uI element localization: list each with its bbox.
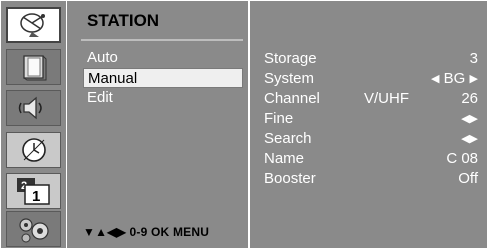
system-value: BG xyxy=(443,70,466,87)
setup-category-button[interactable] xyxy=(6,211,61,247)
right-arrow-icon[interactable]: ▶ xyxy=(470,133,478,145)
time-category-button[interactable] xyxy=(6,132,61,168)
satellite-dish-icon xyxy=(17,11,51,39)
setting-row-channel[interactable]: Channel V/UHF 26 xyxy=(264,89,478,109)
menu-item-manual[interactable]: Manual xyxy=(83,68,243,88)
station-category-button[interactable] xyxy=(6,7,61,43)
name-value: C 08 xyxy=(446,150,478,167)
booster-label: Booster xyxy=(264,170,316,187)
special-category-button[interactable]: 2 1 xyxy=(6,173,61,209)
setting-row-fine[interactable]: Fine ◀▶ xyxy=(264,109,478,129)
fine-label: Fine xyxy=(264,110,294,127)
setting-row-storage[interactable]: Storage 3 xyxy=(264,49,478,69)
fine-adjust-arrows[interactable]: ◀▶ xyxy=(461,109,478,129)
storage-value: 3 xyxy=(469,50,478,67)
channel-number-icon: 2 1 xyxy=(14,176,54,206)
storage-label: Storage xyxy=(264,50,317,67)
menu-item-auto[interactable]: Auto xyxy=(83,48,243,68)
search-label: Search xyxy=(264,130,312,147)
station-menu: STATION Auto Manual Edit ▼▲◀▶ 0-9 OK MEN… xyxy=(67,1,248,248)
manual-settings-panel: Storage 3 System ◀ BG ▶ Channel V/UHF 26… xyxy=(250,1,487,248)
sound-category-button[interactable] xyxy=(6,90,61,126)
menu-divider xyxy=(81,39,243,41)
menu-title: STATION xyxy=(87,11,160,30)
setting-row-booster[interactable]: Booster Off xyxy=(264,169,478,189)
menu-item-edit[interactable]: Edit xyxy=(83,88,243,108)
picture-category-button[interactable] xyxy=(6,49,61,85)
name-label: Name xyxy=(264,150,305,167)
channel-label: Channel xyxy=(264,90,320,107)
setting-row-name[interactable]: Name C 08 xyxy=(264,149,478,169)
key-hint-bar: ▼▲◀▶ 0-9 OK MENU xyxy=(83,225,210,239)
osd-menu: 2 1 STATION Auto Manual Edit ▼▲◀▶ 0-9 OK… xyxy=(0,0,488,249)
settings-gears-icon xyxy=(16,215,52,243)
sound-icon xyxy=(18,94,50,122)
menu-category-column: 2 1 xyxy=(1,1,66,248)
system-label: System xyxy=(264,70,315,87)
left-arrow-icon[interactable]: ◀ xyxy=(431,73,439,85)
channel-value: 26 xyxy=(461,90,478,107)
left-arrow-icon[interactable]: ◀ xyxy=(461,113,469,125)
picture-icon xyxy=(19,52,49,82)
channel-band: V/UHF xyxy=(364,90,409,107)
channel-icon-digit: 1 xyxy=(32,188,40,205)
setting-row-search[interactable]: Search ◀▶ xyxy=(264,129,478,149)
clock-icon xyxy=(18,135,50,165)
booster-value: Off xyxy=(458,170,478,187)
left-arrow-icon[interactable]: ◀ xyxy=(461,133,469,145)
system-value-control[interactable]: ◀ BG ▶ xyxy=(431,69,478,89)
search-arrows[interactable]: ◀▶ xyxy=(461,129,478,149)
right-arrow-icon[interactable]: ▶ xyxy=(470,113,478,125)
setting-row-system[interactable]: System ◀ BG ▶ xyxy=(264,69,478,89)
menu-item-list: Auto Manual Edit xyxy=(83,48,243,108)
right-arrow-icon[interactable]: ▶ xyxy=(470,73,478,85)
